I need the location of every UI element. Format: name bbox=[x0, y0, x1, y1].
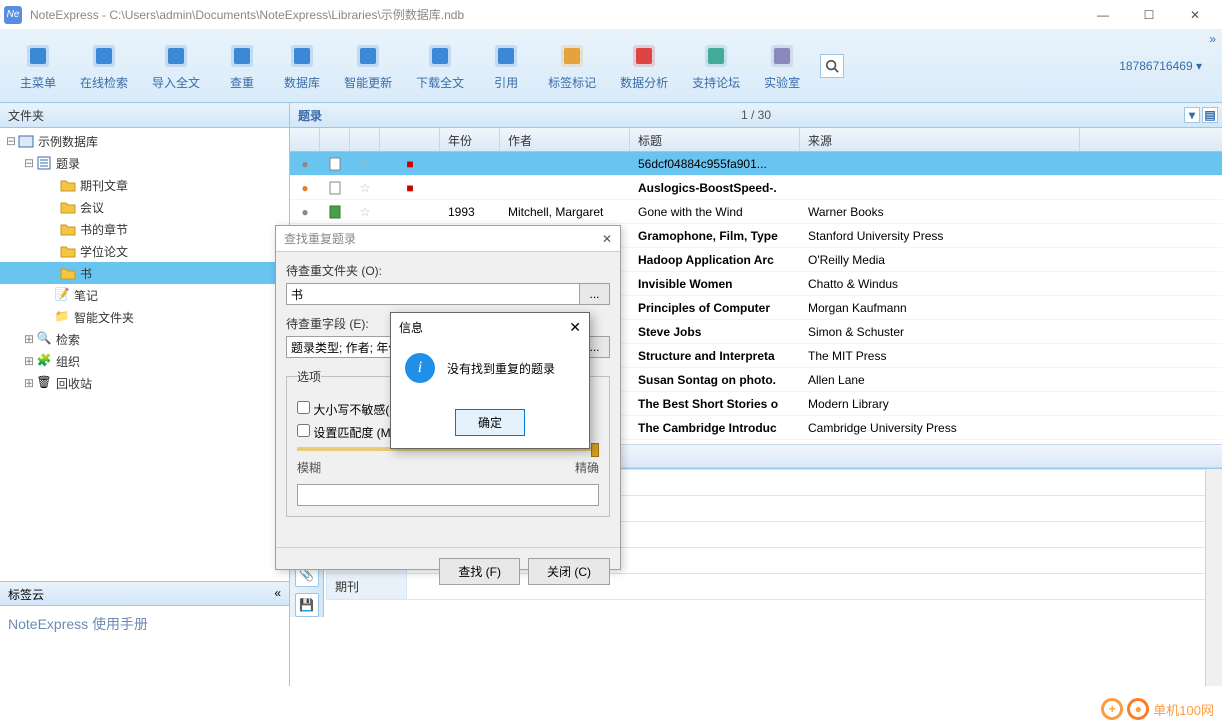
toolbar-download[interactable]: 下载全文 bbox=[404, 38, 476, 95]
sidebar-header: 文件夹 bbox=[0, 103, 289, 128]
col-source[interactable]: 来源 bbox=[800, 128, 1080, 151]
header-btn-2[interactable]: ▤ bbox=[1202, 107, 1218, 123]
toolbar-menu[interactable]: 主菜单 bbox=[8, 38, 68, 95]
info-dialog: 信息 ✕ i 没有找到重复的题录 确定 bbox=[390, 312, 590, 449]
find-button[interactable]: 查找 (F) bbox=[439, 558, 520, 585]
close-button[interactable]: 关闭 (C) bbox=[528, 558, 610, 585]
folder-label: 待查重文件夹 (O): bbox=[286, 262, 610, 279]
tree-folder[interactable]: 会议 bbox=[0, 196, 289, 218]
toolbar-search-online[interactable]: 在线检索 bbox=[68, 38, 140, 95]
maximize-button[interactable]: ☐ bbox=[1126, 0, 1172, 30]
tree-node[interactable]: 📝笔记 bbox=[0, 284, 289, 306]
dialog-title: 查找重复题录 bbox=[284, 230, 356, 247]
tagcloud-body[interactable]: NoteExpress 使用手册 bbox=[0, 606, 289, 686]
tree-folder[interactable]: 书 bbox=[0, 262, 289, 284]
tree-folder[interactable]: 期刊文章 bbox=[0, 174, 289, 196]
folder-sidebar: 文件夹 ⊟ 示例数据库 ⊟ 题录 期刊文章会议书的章节学位论文书 📝笔记📁智能文… bbox=[0, 103, 290, 686]
toolbar-dedupe[interactable]: 查重 bbox=[212, 38, 272, 95]
header-btn-1[interactable]: ▾ bbox=[1184, 107, 1200, 123]
minimize-button[interactable]: — bbox=[1080, 0, 1126, 30]
info-message: 没有找到重复的题录 bbox=[447, 360, 555, 377]
ok-button[interactable]: 确定 bbox=[455, 409, 525, 436]
folder-tree[interactable]: ⊟ 示例数据库 ⊟ 题录 期刊文章会议书的章节学位论文书 📝笔记📁智能文件夹⊞🔍… bbox=[0, 128, 289, 581]
toolbar-overflow-icon[interactable]: » bbox=[1209, 32, 1216, 46]
tree-folder[interactable]: 学位论文 bbox=[0, 240, 289, 262]
slider-min-label: 模糊 bbox=[297, 459, 321, 476]
folder-browse-button[interactable]: ... bbox=[580, 283, 610, 305]
toolbar-lab[interactable]: 实验室 bbox=[752, 38, 812, 95]
dialog-close-icon[interactable]: ✕ bbox=[602, 232, 612, 246]
tree-root[interactable]: ⊟ 示例数据库 bbox=[0, 130, 289, 152]
dialog-title-bar[interactable]: 查找重复题录 ✕ bbox=[276, 226, 620, 252]
info-icon: i bbox=[405, 353, 435, 383]
table-row[interactable]: ●☆1993Mitchell, MargaretGone with the Wi… bbox=[290, 200, 1222, 224]
grid-header[interactable]: 年份 作者 标题 来源 bbox=[290, 128, 1222, 152]
toolbar-database[interactable]: 数据库 bbox=[272, 38, 332, 95]
tree-records[interactable]: ⊟ 题录 bbox=[0, 152, 289, 174]
filter-input[interactable] bbox=[297, 484, 599, 506]
options-legend: 选项 bbox=[297, 368, 321, 385]
case-insensitive-checkbox[interactable] bbox=[297, 401, 310, 414]
col-title[interactable]: 标题 bbox=[630, 128, 800, 151]
collapse-icon[interactable]: ⊟ bbox=[4, 134, 18, 148]
folder-input[interactable] bbox=[286, 283, 580, 305]
match-degree-checkbox[interactable] bbox=[297, 424, 310, 437]
info-title: 信息 bbox=[399, 319, 423, 336]
slider-max-label: 精确 bbox=[575, 459, 599, 476]
toolbar-analytics[interactable]: 数据分析 bbox=[608, 38, 680, 95]
tree-node[interactable]: ⊞🧩组织 bbox=[0, 350, 289, 372]
title-bar: Ne NoteExpress - C:\Users\admin\Document… bbox=[0, 0, 1222, 30]
toolbar-cite[interactable]: 引用 bbox=[476, 38, 536, 95]
table-row[interactable]: ●☆■Auslogics-BoostSpeed-. bbox=[290, 176, 1222, 200]
toolbar-forum[interactable]: 支持论坛 bbox=[680, 38, 752, 95]
tagcloud-header: 标签云 « bbox=[0, 581, 289, 606]
toolbar-search-button[interactable] bbox=[820, 54, 844, 78]
record-count: 1 / 30 bbox=[741, 108, 771, 122]
tree-node[interactable]: ⊞🔍检索 bbox=[0, 328, 289, 350]
detail-scrollbar[interactable] bbox=[1205, 469, 1222, 686]
toolbar-import[interactable]: 导入全文 bbox=[140, 38, 212, 95]
info-close-icon[interactable]: ✕ bbox=[569, 319, 581, 336]
col-author[interactable]: 作者 bbox=[500, 128, 630, 151]
content-header-title: 题录 bbox=[298, 107, 322, 124]
tree-folder[interactable]: 书的章节 bbox=[0, 218, 289, 240]
detail-btn-5[interactable]: 💾 bbox=[295, 593, 319, 617]
tree-node[interactable]: 📁智能文件夹 bbox=[0, 306, 289, 328]
toolbar-tags[interactable]: 标签标记 bbox=[536, 38, 608, 95]
collapse-icon[interactable]: ⊟ bbox=[22, 156, 36, 170]
watermark-icon-1: + bbox=[1101, 698, 1123, 720]
watermark-icon-2: ● bbox=[1127, 698, 1149, 720]
tagcloud-label: 标签云 bbox=[8, 586, 44, 601]
user-id-dropdown[interactable]: 18786716469 ▾ bbox=[1119, 59, 1202, 73]
col-year[interactable]: 年份 bbox=[440, 128, 500, 151]
app-icon: Ne bbox=[4, 6, 22, 24]
tree-node[interactable]: ⊞🗑回收站 bbox=[0, 372, 289, 394]
info-title-bar[interactable]: 信息 ✕ bbox=[391, 313, 589, 341]
toolbar-update[interactable]: 智能更新 bbox=[332, 38, 404, 95]
watermark-text: 单机100网 bbox=[1153, 700, 1214, 719]
main-toolbar: » 主菜单在线检索导入全文查重数据库智能更新下载全文引用标签标记数据分析支持论坛… bbox=[0, 30, 1222, 103]
close-button[interactable]: ✕ bbox=[1172, 0, 1218, 30]
window-title: NoteExpress - C:\Users\admin\Documents\N… bbox=[30, 6, 1080, 23]
table-row[interactable]: ●☆■56dcf04884c955fa901... bbox=[290, 152, 1222, 176]
watermark: + ● 单机100网 bbox=[1101, 698, 1214, 720]
content-header: 题录 1 / 30 ▾ ▤ bbox=[290, 103, 1222, 128]
